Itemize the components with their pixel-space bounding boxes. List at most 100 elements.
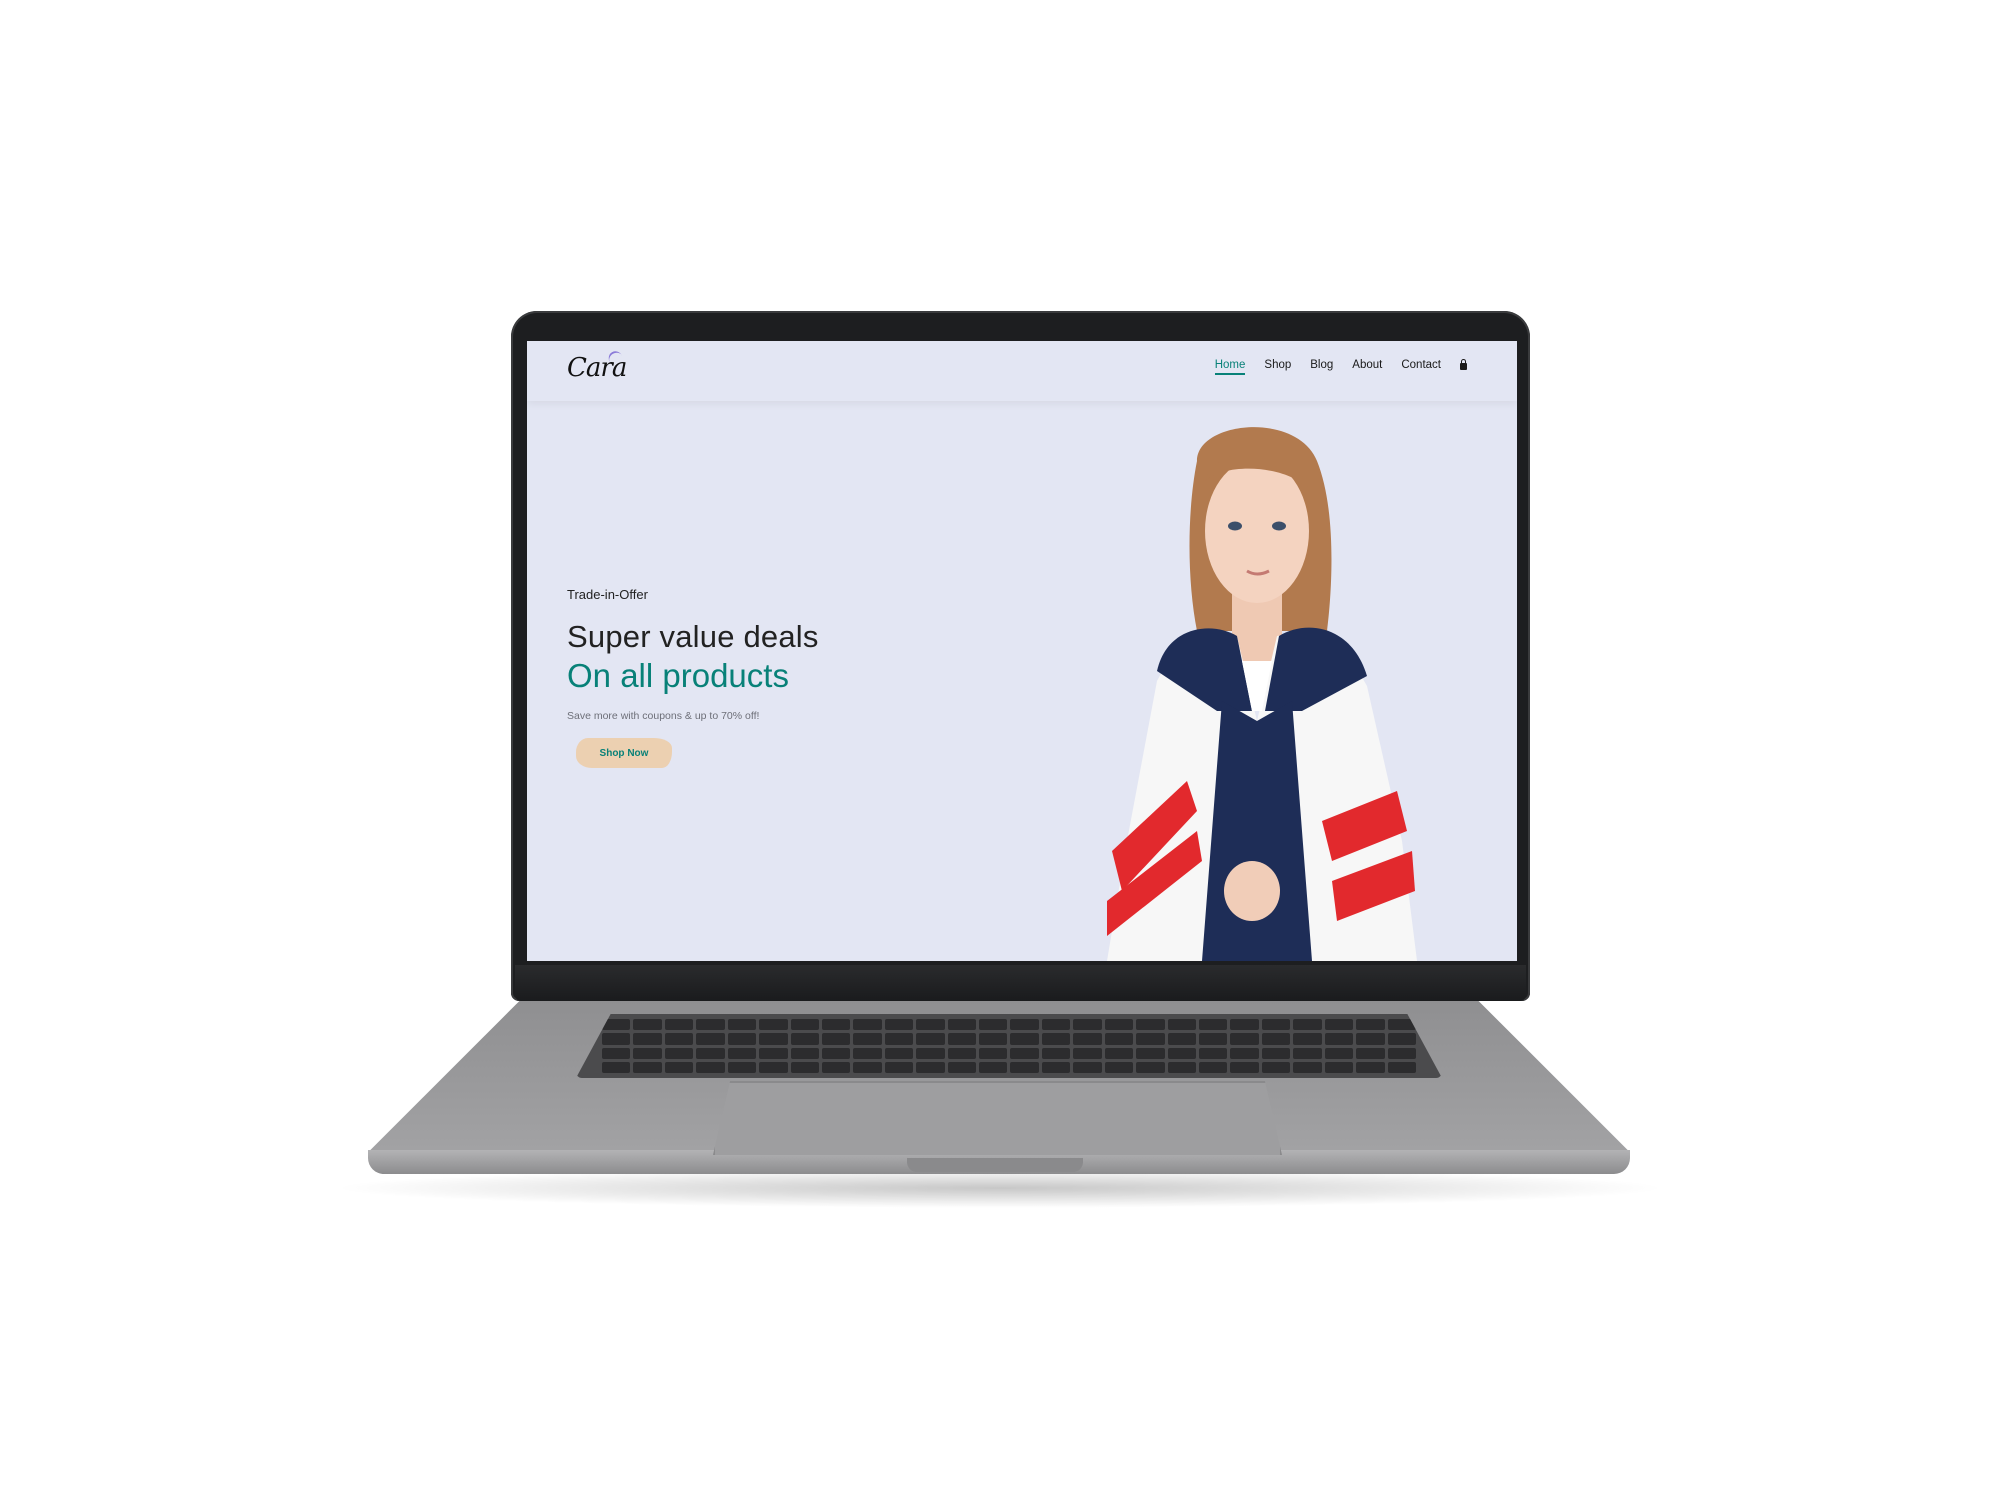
nav-item-contact[interactable]: Contact bbox=[1401, 359, 1441, 371]
keyboard-key bbox=[1261, 1061, 1291, 1073]
keyboard-key bbox=[727, 1047, 757, 1059]
keyboard-key bbox=[759, 1061, 788, 1073]
keyboard-key bbox=[1230, 1047, 1259, 1059]
keyboard-key bbox=[1387, 1047, 1416, 1059]
keyboard-key bbox=[790, 1061, 819, 1073]
keyboard-key bbox=[947, 1061, 977, 1073]
laptop-notch bbox=[907, 1158, 1083, 1172]
keyboard-key bbox=[1356, 1047, 1385, 1059]
keyboard-key bbox=[1387, 1033, 1416, 1045]
keyboard-key bbox=[664, 1019, 694, 1031]
keyboard-key bbox=[1356, 1061, 1385, 1073]
keyboard-key bbox=[1167, 1061, 1197, 1073]
keyboard-key bbox=[979, 1047, 1008, 1059]
main-nav: Home Shop Blog About Contact bbox=[1214, 358, 1467, 375]
keyboard-key bbox=[853, 1019, 882, 1031]
keyboard-key bbox=[853, 1061, 882, 1073]
keyboard-key bbox=[1261, 1047, 1291, 1059]
shopping-bag-icon bbox=[1460, 358, 1467, 370]
keyboard-key bbox=[1261, 1033, 1291, 1045]
keyboard-key bbox=[1136, 1033, 1165, 1045]
nav-item-shop[interactable]: Shop bbox=[1264, 359, 1291, 371]
keyboard-key bbox=[1136, 1061, 1165, 1073]
keyboard-key bbox=[979, 1033, 1008, 1045]
keyboard-key bbox=[759, 1019, 788, 1031]
keyboard-key bbox=[1261, 1019, 1291, 1031]
hero-highlight: On all products bbox=[567, 657, 789, 694]
keyboard-key bbox=[664, 1033, 694, 1045]
keyboard-key bbox=[1356, 1019, 1385, 1031]
keyboard-key bbox=[696, 1061, 725, 1073]
site-header: Cara Home Shop Blog About Contact bbox=[527, 341, 1517, 401]
keyboard-key bbox=[1041, 1047, 1071, 1059]
keyboard-key bbox=[664, 1061, 694, 1073]
shop-now-button[interactable]: Shop Now bbox=[576, 738, 672, 768]
keyboard-key bbox=[853, 1047, 882, 1059]
hero-headline: Super value deals bbox=[567, 619, 819, 654]
hero-kicker: Trade-in-Offer bbox=[567, 587, 648, 602]
keyboard-key bbox=[602, 1061, 631, 1073]
keyboard-key bbox=[853, 1033, 882, 1045]
keyboard-key bbox=[821, 1047, 851, 1059]
keyboard-key bbox=[1293, 1019, 1322, 1031]
keyboard-key bbox=[727, 1061, 757, 1073]
nav-item-blog[interactable]: Blog bbox=[1310, 359, 1333, 371]
keyboard-key bbox=[979, 1019, 1008, 1031]
keyboard-key bbox=[633, 1061, 662, 1073]
keyboard-key bbox=[884, 1047, 914, 1059]
keyboard-key bbox=[696, 1047, 725, 1059]
keyboard-key bbox=[1104, 1061, 1134, 1073]
keyboard-key bbox=[916, 1047, 945, 1059]
keyboard-key bbox=[916, 1061, 945, 1073]
keyboard-key bbox=[1010, 1019, 1039, 1031]
keyboard-key bbox=[602, 1033, 631, 1045]
keyboard-key bbox=[1073, 1047, 1102, 1059]
keyboard-key bbox=[1073, 1061, 1102, 1073]
keyboard-key bbox=[821, 1033, 851, 1045]
keyboard-key bbox=[947, 1033, 977, 1045]
keyboard-key bbox=[1104, 1047, 1134, 1059]
cart-link[interactable] bbox=[1460, 358, 1467, 370]
keyboard-key bbox=[633, 1033, 662, 1045]
laptop-screen: Cara Home Shop Blog About Contact Trade-… bbox=[527, 341, 1517, 961]
keyboard-key bbox=[947, 1019, 977, 1031]
hero-section: Trade-in-Offer Super value deals On all … bbox=[567, 587, 819, 722]
keyboard-key bbox=[1199, 1047, 1228, 1059]
keyboard-key bbox=[1010, 1047, 1039, 1059]
keyboard-key bbox=[1199, 1019, 1228, 1031]
keyboard-key bbox=[790, 1047, 819, 1059]
keyboard-key bbox=[884, 1061, 914, 1073]
nav-item-home[interactable]: Home bbox=[1214, 359, 1245, 375]
keyboard-key bbox=[1136, 1047, 1165, 1059]
laptop-keyboard bbox=[576, 1014, 1442, 1078]
keyboard-key bbox=[1104, 1033, 1134, 1045]
keyboard-key bbox=[1324, 1061, 1354, 1073]
keyboard-key bbox=[790, 1019, 819, 1031]
keyboard-key bbox=[1167, 1047, 1197, 1059]
keyboard-key bbox=[633, 1047, 662, 1059]
keyboard-key bbox=[1230, 1061, 1259, 1073]
keyboard-key bbox=[790, 1033, 819, 1045]
keyboard-key bbox=[916, 1033, 945, 1045]
keyboard-key bbox=[1167, 1019, 1197, 1031]
keyboard-key bbox=[1199, 1061, 1228, 1073]
keyboard-key bbox=[1010, 1033, 1039, 1045]
keyboard-key bbox=[759, 1033, 788, 1045]
keyboard-key bbox=[1199, 1033, 1228, 1045]
keyboard-key bbox=[1136, 1019, 1165, 1031]
hero-subtext: Save more with coupons & up to 70% off! bbox=[567, 710, 760, 722]
keyboard-key bbox=[1324, 1019, 1354, 1031]
nav-item-about[interactable]: About bbox=[1352, 359, 1382, 371]
keyboard-key bbox=[884, 1033, 914, 1045]
keyboard-key bbox=[821, 1019, 851, 1031]
keyboard-key bbox=[1230, 1019, 1259, 1031]
keyboard-key bbox=[1356, 1033, 1385, 1045]
laptop-shadow bbox=[330, 1168, 1670, 1208]
keyboard-key bbox=[696, 1033, 725, 1045]
keyboard-key bbox=[664, 1047, 694, 1059]
keyboard-key bbox=[1041, 1033, 1071, 1045]
keyboard-key bbox=[979, 1061, 1008, 1073]
keyboard-key bbox=[1073, 1033, 1102, 1045]
keyboard-key bbox=[759, 1047, 788, 1059]
laptop-hinge bbox=[515, 965, 1526, 1001]
